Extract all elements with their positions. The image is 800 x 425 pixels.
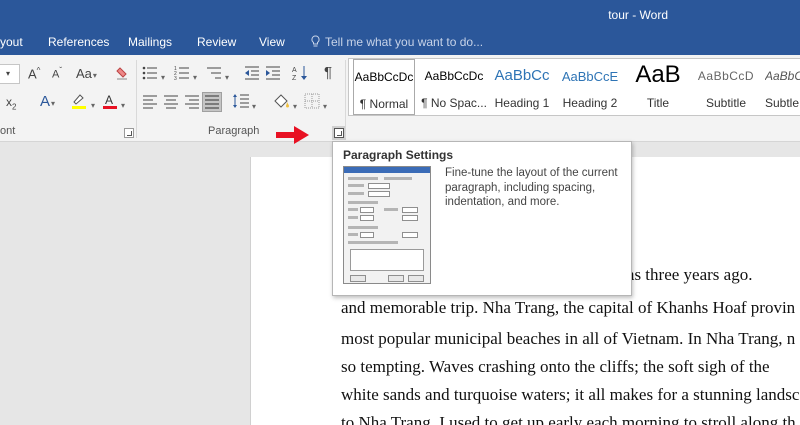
tab-mailings[interactable]: Mailings — [128, 35, 172, 49]
ribbon: ▾ A^ Aˇ Aa▾ x2 A▾ ▾ A ▾ ont ▾ 123 ▾ ▾ AZ… — [0, 55, 800, 142]
group-separator — [136, 60, 137, 138]
line-spacing-icon[interactable] — [232, 93, 250, 109]
subscript-icon[interactable]: x2 — [6, 95, 16, 111]
tooltip-description: Fine-tune the layout of the current para… — [445, 167, 618, 208]
style-sample: AaBbCcDc — [424, 69, 484, 83]
group-separator — [345, 60, 346, 138]
styles-gallery: AaBbCcDc ¶ Normal AaBbCcDc ¶ No Spac... … — [348, 58, 800, 116]
multilevel-dropdown-caret[interactable]: ▾ — [224, 68, 229, 83]
change-case-icon[interactable]: Aa▾ — [76, 66, 97, 81]
paragraph-settings-tooltip: Paragraph Settings Fine-tune the layout … — [332, 141, 632, 296]
style-name: Subtitle — [705, 96, 747, 110]
style-sample: AaBbCcL — [765, 69, 800, 83]
svg-text:Z: Z — [292, 75, 297, 82]
tell-me-box[interactable]: Tell me what you want to do... — [310, 35, 483, 49]
shrink-font-icon[interactable]: Aˇ — [52, 66, 62, 81]
align-right-icon[interactable] — [184, 95, 200, 109]
highlight-icon[interactable] — [70, 92, 88, 110]
font-group-label: ont — [0, 125, 16, 137]
clear-formatting-icon[interactable] — [114, 65, 130, 81]
tab-references[interactable]: References — [48, 35, 109, 49]
tab-view[interactable]: View — [259, 35, 285, 49]
text-effects-icon[interactable]: A▾ — [40, 93, 55, 110]
justify-icon[interactable] — [202, 92, 222, 112]
svg-text:A: A — [105, 93, 113, 107]
tab-layout[interactable]: yout — [0, 35, 23, 49]
center-icon[interactable] — [163, 95, 179, 109]
style-sample: AaBbCcDc — [354, 70, 414, 84]
svg-text:A: A — [292, 67, 297, 74]
tell-me-placeholder: Tell me what you want to do... — [325, 35, 484, 49]
shading-icon[interactable] — [272, 93, 290, 109]
tooltip-title: Paragraph Settings — [343, 148, 454, 162]
document-line: white sands and turquoise waters; it all… — [341, 385, 800, 404]
lightbulb-icon — [311, 35, 320, 47]
sort-icon[interactable]: AZ — [292, 64, 308, 82]
bullets-dropdown-caret[interactable]: ▾ — [160, 68, 165, 83]
line-spacing-dropdown-caret[interactable]: ▾ — [251, 97, 256, 112]
style-title[interactable]: AaB Title — [625, 59, 691, 115]
font-color-dropdown-caret[interactable]: ▾ — [120, 96, 125, 111]
style-name: Heading 1 — [494, 96, 550, 110]
grow-font-icon[interactable]: A^ — [28, 66, 40, 81]
style-subtitle[interactable]: AaBbCcD Subtitle — [693, 59, 759, 115]
increase-indent-icon[interactable] — [265, 65, 281, 81]
style-heading-2[interactable]: AaBbCcE Heading 2 — [557, 59, 623, 115]
document-line: so tempting. Waves crashing onto the cli… — [341, 357, 770, 376]
style-subtle-emphasis[interactable]: AaBbCcL Subtle E — [761, 59, 800, 115]
red-arrow-icon — [276, 126, 309, 144]
title-bar: tour - Word — [0, 0, 800, 30]
style-name: ¶ Normal — [359, 97, 409, 111]
style-heading-1[interactable]: AaBbCc Heading 1 — [489, 59, 555, 115]
decrease-indent-icon[interactable] — [244, 65, 260, 81]
style-normal[interactable]: AaBbCcDc ¶ Normal — [353, 59, 415, 115]
style-name: Title — [646, 96, 670, 110]
style-name: ¶ No Spac... — [421, 96, 487, 110]
numbering-dropdown-caret[interactable]: ▾ — [192, 68, 197, 83]
window-title: tour - Word — [608, 8, 668, 22]
align-left-icon[interactable] — [142, 95, 158, 109]
style-sample: AaB — [635, 61, 681, 88]
font-color-icon[interactable]: A — [102, 92, 118, 110]
paragraph-group-label: Paragraph — [208, 125, 260, 137]
document-line: and memorable trip. Nha Trang, the capit… — [341, 298, 796, 317]
font-dialog-launcher-icon[interactable] — [124, 128, 134, 138]
multilevel-list-icon[interactable] — [206, 65, 222, 81]
numbering-icon[interactable]: 123 — [174, 65, 190, 81]
paragraph-dialog-preview-image — [343, 166, 431, 284]
tab-review[interactable]: Review — [197, 35, 236, 49]
paragraph-dialog-launcher-icon[interactable] — [334, 128, 344, 138]
shading-dropdown-caret[interactable]: ▾ — [292, 97, 297, 112]
font-size-dropdown-caret[interactable]: ▾ — [6, 69, 10, 78]
style-sample: AaBbCcE — [561, 69, 619, 84]
bullets-icon[interactable] — [142, 65, 158, 81]
borders-icon[interactable] — [304, 93, 320, 109]
document-line: to Nha Trang. I used to get up early eac… — [341, 413, 796, 425]
style-sample: AaBbCcD — [697, 69, 755, 83]
borders-dropdown-caret[interactable]: ▾ — [322, 97, 327, 112]
style-name: Subtle E — [765, 96, 800, 110]
ribbon-tabs: yout References Mailings Review View Tel… — [0, 30, 800, 55]
highlight-dropdown-caret[interactable]: ▾ — [90, 96, 95, 111]
show-marks-icon[interactable]: ¶ — [324, 64, 332, 81]
style-name: Heading 2 — [562, 96, 618, 110]
style-sample: AaBbCc — [494, 67, 550, 84]
svg-text:3: 3 — [174, 76, 177, 81]
style-no-spacing[interactable]: AaBbCcDc ¶ No Spac... — [421, 59, 487, 115]
document-line: most popular municipal beaches in all of… — [341, 329, 796, 348]
